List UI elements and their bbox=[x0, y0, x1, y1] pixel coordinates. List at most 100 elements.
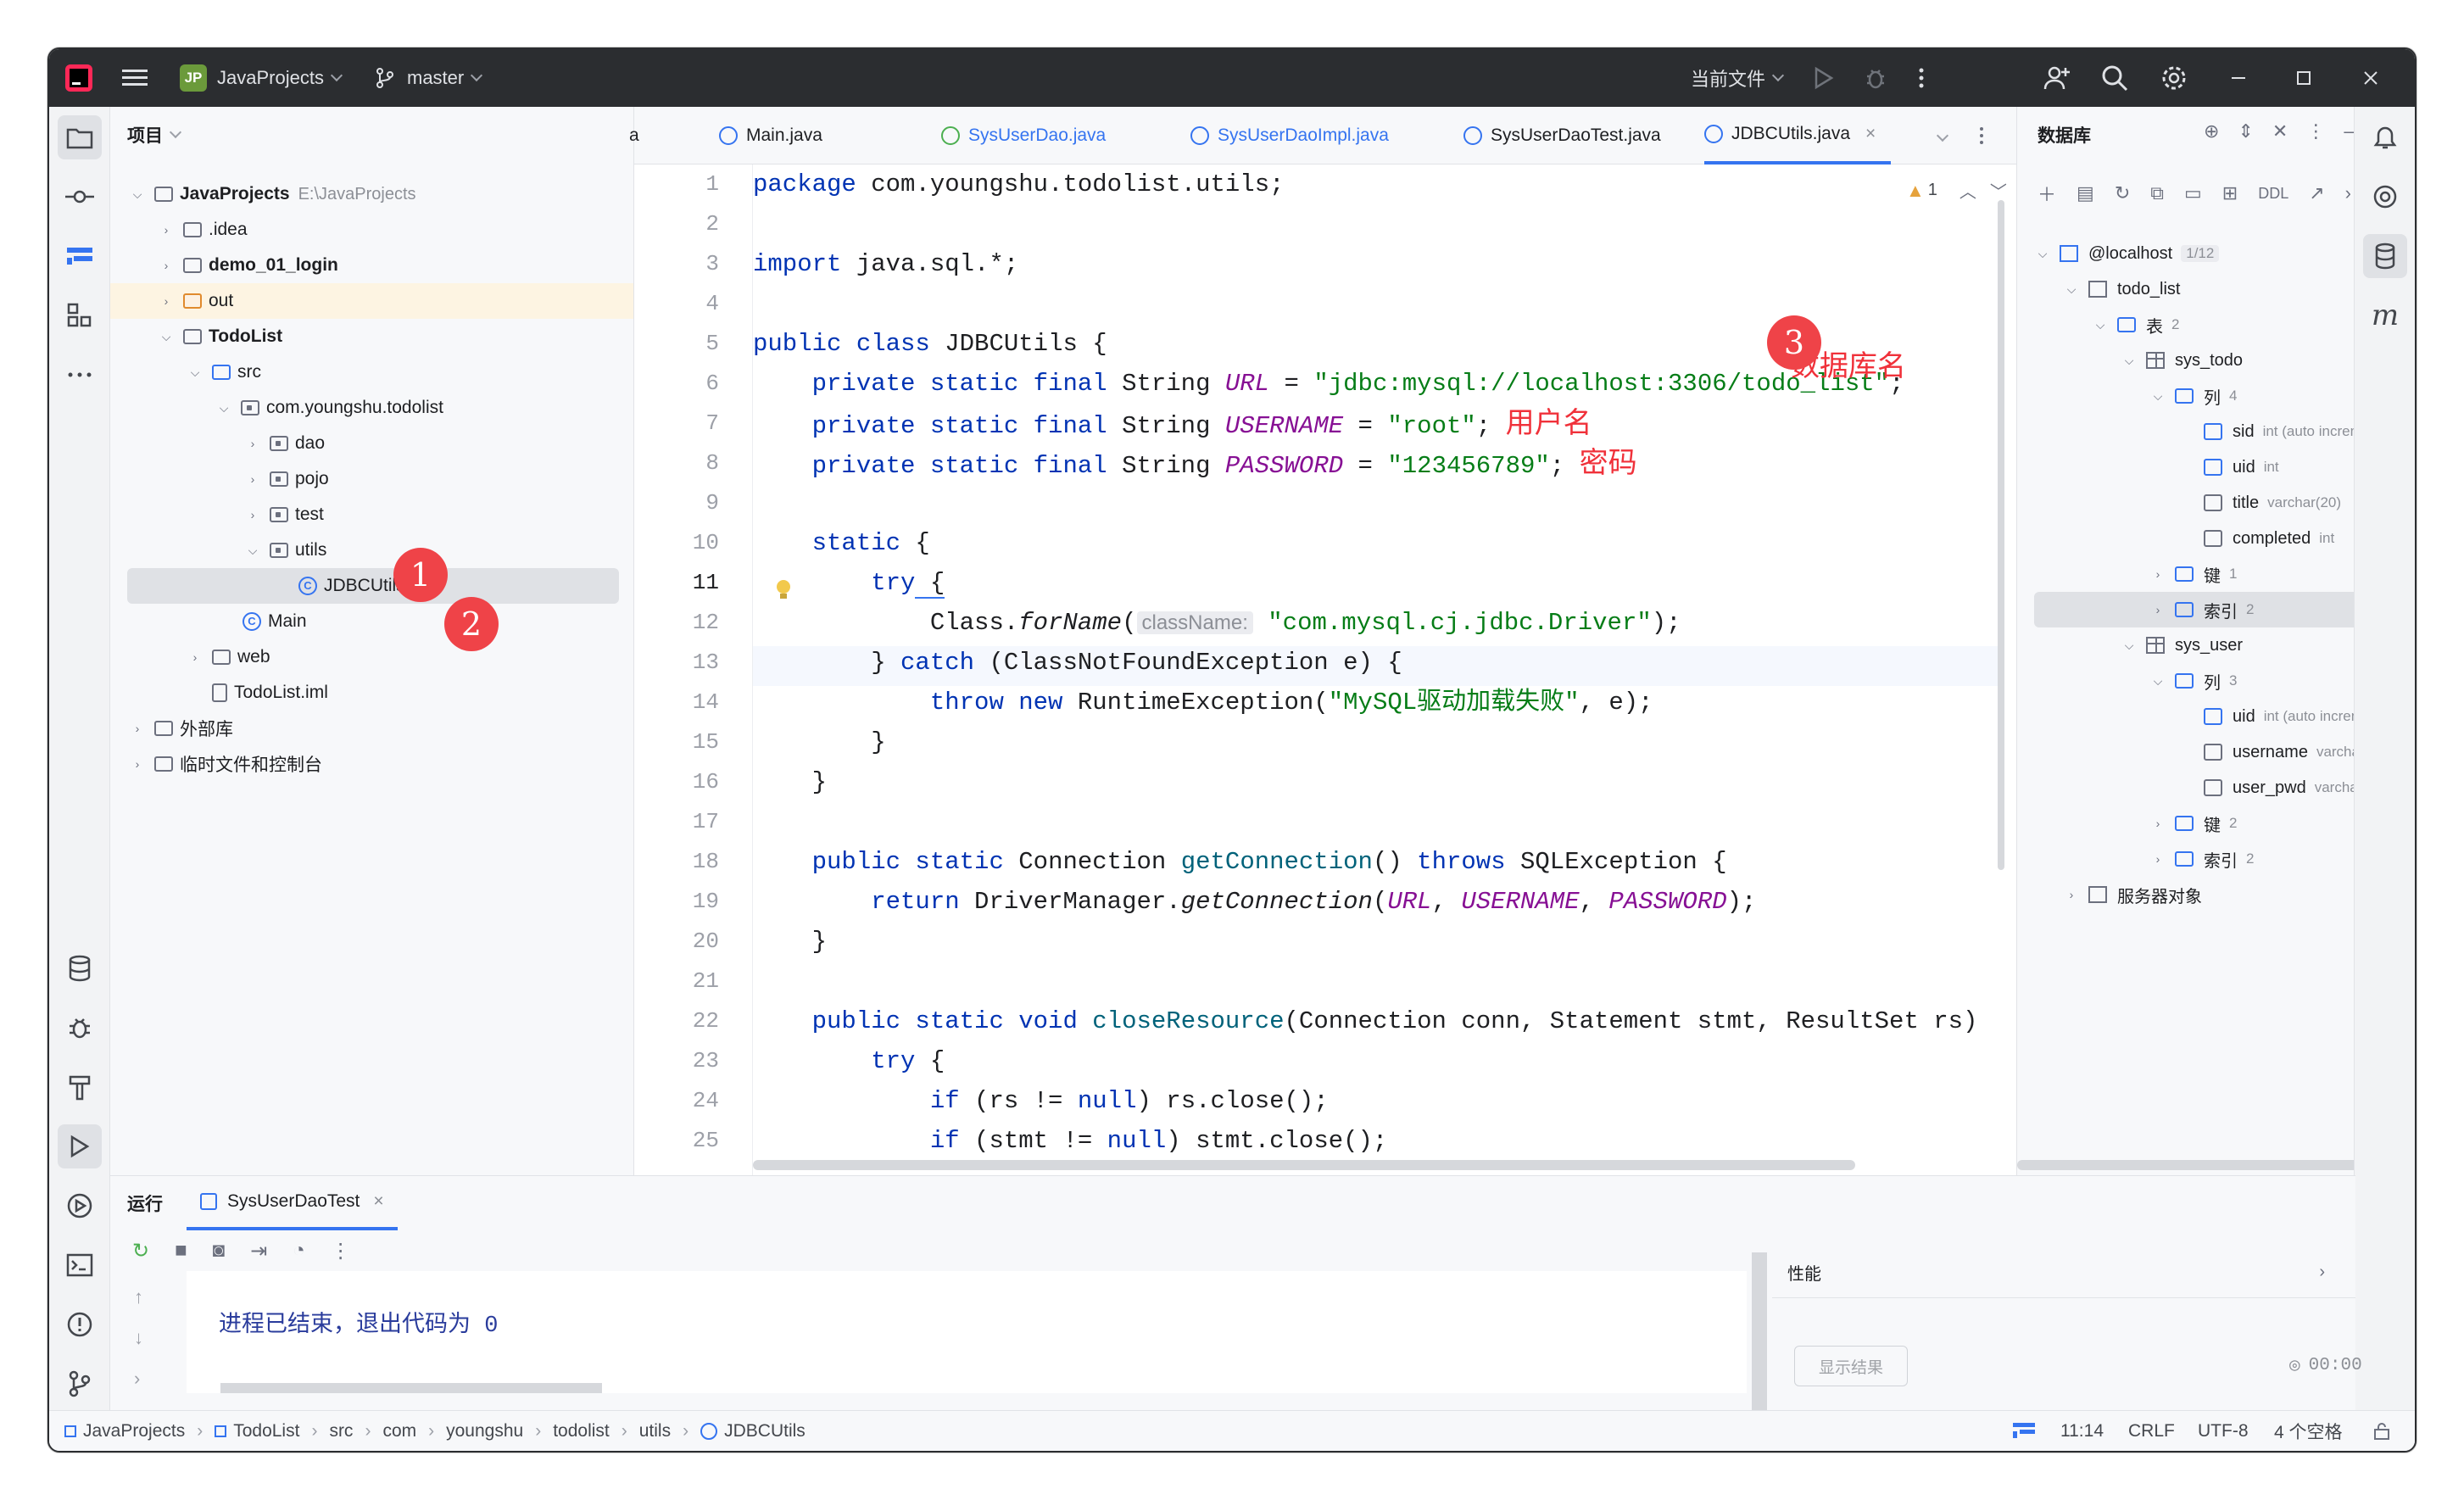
structure-icon[interactable] bbox=[58, 234, 102, 278]
tree-item-main[interactable]: C Main bbox=[242, 604, 307, 639]
db-column-completed[interactable]: completed int bbox=[2204, 521, 2334, 556]
file-encoding[interactable]: UTF-8 bbox=[2198, 1411, 2249, 1451]
run-icon[interactable] bbox=[1813, 49, 1835, 107]
data-source-icon[interactable]: ▤ bbox=[2077, 182, 2094, 204]
warnings-indicator[interactable]: ▲ 1 ︿ ﹀ bbox=[1906, 178, 2007, 203]
settings-gear-icon[interactable] bbox=[2160, 49, 2188, 107]
add-user-icon[interactable] bbox=[2043, 49, 2071, 107]
tree-item-dao[interactable]: › dao bbox=[246, 426, 325, 461]
tree-item-utils[interactable]: ⌵ utils bbox=[246, 533, 327, 568]
db-node-localhost[interactable]: ⌵ @localhost 1/12 bbox=[2036, 236, 2220, 271]
tab-hidden-file[interactable]: a bbox=[629, 107, 639, 164]
performance-header[interactable]: 性能 › bbox=[1772, 1247, 2355, 1298]
tree-item-out[interactable]: › out bbox=[110, 283, 633, 319]
app-logo-icon[interactable] bbox=[64, 49, 93, 107]
chevron-right-icon[interactable]: › bbox=[2345, 182, 2351, 204]
chevron-right-icon[interactable]: › bbox=[134, 1368, 143, 1390]
tree-item-external-libraries[interactable]: › 外部库 bbox=[131, 711, 233, 746]
db-node-tables[interactable]: ⌵ 表 2 bbox=[2093, 307, 2180, 343]
tree-item-idea[interactable]: › .idea bbox=[159, 212, 248, 248]
db-node-columns-2[interactable]: ⌵ 列 3 bbox=[2151, 663, 2238, 699]
tree-item-package[interactable]: ⌵ com.youngshu.todolist bbox=[217, 390, 443, 426]
tab-sysuserdao-java[interactable]: SysUserDao.java bbox=[941, 107, 1106, 164]
breadcrumb-item[interactable]: JDBCUtils bbox=[724, 1421, 806, 1441]
jump-icon[interactable]: ↗ bbox=[2309, 182, 2324, 204]
console-icon[interactable]: ▭ bbox=[2184, 182, 2202, 204]
more-tools-icon[interactable] bbox=[58, 353, 102, 397]
output-scrollbar[interactable] bbox=[220, 1383, 602, 1393]
main-menu-icon[interactable] bbox=[122, 49, 148, 107]
tab-jdbcutils-java[interactable]: JDBCUtils.java × bbox=[1704, 107, 1892, 164]
tree-item-src[interactable]: ⌵ src bbox=[188, 354, 261, 390]
db-horizontal-scrollbar[interactable] bbox=[2017, 1160, 2365, 1170]
run-tool-icon[interactable] bbox=[58, 1124, 102, 1168]
lock-icon[interactable] bbox=[2372, 1411, 2391, 1451]
more-options-icon[interactable]: ⋮ bbox=[331, 1239, 351, 1263]
structure-status-icon[interactable] bbox=[2013, 1411, 2035, 1451]
database-tool-icon[interactable] bbox=[58, 946, 102, 990]
rerun-icon[interactable]: ↻ bbox=[132, 1239, 149, 1263]
run-config-selector[interactable]: 当前文件 bbox=[1691, 49, 1785, 107]
tree-item-todolist[interactable]: ⌵ TodoList bbox=[159, 319, 282, 354]
project-tool-folder-icon[interactable] bbox=[58, 115, 102, 159]
screenshot-icon[interactable]: ◙ bbox=[213, 1239, 226, 1263]
previous-highlight-icon[interactable]: ︿ bbox=[1959, 178, 1976, 203]
debug-icon[interactable] bbox=[1864, 49, 1887, 107]
caret-position[interactable]: 11:14 bbox=[2060, 1411, 2104, 1451]
tree-item-test[interactable]: › test bbox=[246, 497, 324, 533]
options-icon[interactable]: ⋮ bbox=[2306, 120, 2325, 142]
crosshair-icon[interactable]: ⊕ bbox=[2204, 120, 2219, 142]
sync-icon[interactable]: ⧉ bbox=[2150, 182, 2164, 204]
breadcrumb-item[interactable]: youngshu bbox=[446, 1421, 523, 1441]
expand-icon[interactable]: ⇕ bbox=[2238, 120, 2253, 142]
next-highlight-icon[interactable]: ﹀ bbox=[1990, 178, 2007, 203]
tree-item-javaprojects[interactable]: ⌵ JavaProjects E:\JavaProjects bbox=[131, 176, 416, 212]
tree-item-jdbcutils[interactable]: C JDBCUtils bbox=[127, 568, 619, 604]
show-results-button[interactable]: 显示结果 bbox=[1794, 1346, 1908, 1386]
collapse-icon[interactable]: ✕ bbox=[2272, 120, 2288, 142]
tree-item-web[interactable]: › web bbox=[188, 639, 270, 675]
commit-icon[interactable] bbox=[58, 175, 102, 219]
problems-icon[interactable] bbox=[58, 1302, 102, 1347]
build-hammer-icon[interactable] bbox=[58, 1065, 102, 1109]
terminal-icon[interactable] bbox=[58, 1243, 102, 1287]
minimize-icon[interactable] bbox=[2230, 49, 2247, 107]
services-icon[interactable] bbox=[58, 1184, 102, 1228]
db-column-username[interactable]: username varchar(1 bbox=[2204, 734, 2378, 770]
output-vertical-scrollbar[interactable] bbox=[1752, 1252, 1767, 1414]
git-icon[interactable] bbox=[58, 1362, 102, 1406]
db-column-sid[interactable]: sid int (auto increme bbox=[2204, 414, 2370, 449]
tab-main-java[interactable]: Main.java bbox=[719, 107, 822, 164]
db-node-indexes[interactable]: › 索引 2 bbox=[2034, 592, 2390, 627]
stop-icon[interactable]: ■ bbox=[175, 1239, 187, 1263]
db-node-server-objects[interactable]: › 服务器对象 bbox=[2065, 877, 2202, 912]
tab-close-icon[interactable]: × bbox=[1865, 124, 1876, 144]
breadcrumb-item[interactable]: todolist bbox=[553, 1421, 610, 1441]
database-tool-icon[interactable] bbox=[2363, 234, 2407, 278]
notifications-bell-icon[interactable] bbox=[2363, 115, 2407, 159]
db-column-uid-2[interactable]: uid int (auto increme bbox=[2204, 699, 2371, 734]
debug-tool-icon[interactable] bbox=[58, 1006, 102, 1050]
ddl-button[interactable]: DDL bbox=[2258, 185, 2288, 203]
run-output-console[interactable]: 进程已结束，退出代码为 0 bbox=[187, 1271, 1747, 1393]
breadcrumb-item[interactable]: utils bbox=[639, 1421, 671, 1441]
tree-item-pojo[interactable]: › pojo bbox=[246, 461, 329, 497]
tree-item-scratches[interactable]: › 临时文件和控制台 bbox=[131, 746, 322, 782]
db-node-indexes-2[interactable]: › 索引 2 bbox=[2151, 841, 2255, 877]
horizontal-scrollbar[interactable] bbox=[753, 1160, 1855, 1170]
close-icon[interactable]: × bbox=[373, 1191, 383, 1212]
tree-item-todolist-iml[interactable]: TodoList.iml bbox=[212, 675, 328, 711]
code-area[interactable]: package com.youngshu.todolist.utils; imp… bbox=[753, 164, 1999, 1175]
table-view-icon[interactable]: ⊞ bbox=[2222, 182, 2238, 204]
project-switcher[interactable]: JP JavaProjects bbox=[180, 49, 343, 107]
tab-more-icon[interactable] bbox=[1979, 107, 1984, 164]
maximize-icon[interactable] bbox=[2296, 49, 2311, 107]
search-icon[interactable] bbox=[2101, 49, 2128, 107]
breadcrumb-item[interactable]: src bbox=[329, 1421, 353, 1441]
close-icon[interactable] bbox=[2362, 49, 2379, 107]
tree-item-demo-01-login[interactable]: › demo_01_login bbox=[159, 248, 338, 283]
maven-icon[interactable]: m bbox=[2363, 293, 2407, 337]
plugins-icon[interactable] bbox=[58, 293, 102, 337]
breadcrumb-item[interactable]: com bbox=[382, 1421, 416, 1441]
coverage-icon[interactable]: ◔ bbox=[293, 1239, 305, 1263]
